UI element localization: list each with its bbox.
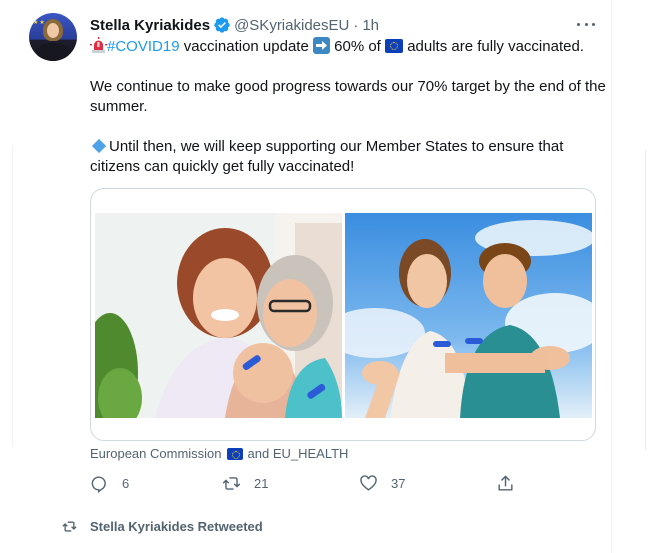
author-handle[interactable]: @SKyriakidesEU — [234, 17, 349, 34]
paragraph3-text: Until then, we will keep supporting our … — [90, 138, 564, 175]
rotating-light-icon — [90, 37, 107, 54]
like-button[interactable]: 37 — [359, 474, 405, 493]
retweet-icon — [222, 477, 241, 490]
avatar-face — [47, 23, 59, 38]
timeline-border-right — [611, 0, 612, 553]
avatar-body — [37, 43, 69, 61]
retweet-icon — [62, 521, 77, 532]
retweeted-indicator[interactable]: Stella Kyriakides Retweeted — [62, 519, 263, 534]
scroll-edge — [645, 150, 646, 450]
header-separator: · — [353, 16, 359, 34]
retweet-count: 21 — [254, 476, 269, 491]
tweet-actions: 6 21 37 — [90, 474, 520, 496]
tweet[interactable]: ★★ Stella Kyriakides @SKyriakidesEU · 1h… — [0, 0, 611, 510]
reply-button[interactable]: 6 — [90, 474, 129, 493]
tagged-account-1[interactable]: European Commission — [90, 446, 222, 461]
photo-young-people-vaccinated[interactable] — [345, 213, 592, 418]
right-arrow-icon — [312, 37, 330, 54]
verified-badge-icon — [213, 16, 231, 34]
eu-flag-icon — [226, 447, 243, 460]
eu-flag-icon — [385, 39, 404, 53]
tagged-account-2[interactable]: and EU_HEALTH — [248, 446, 349, 461]
photo-women-hugging[interactable] — [95, 213, 342, 418]
tagged-people[interactable]: European Commission and EU_HEALTH — [90, 446, 348, 461]
line1-text-a: vaccination update — [179, 38, 313, 55]
share-icon — [498, 475, 513, 491]
more-dots-icon[interactable] — [577, 17, 595, 31]
media-attachment[interactable] — [90, 188, 596, 441]
tweet-line-1: #COVID19 vaccination update 60% of adult… — [90, 37, 610, 57]
line1-text-c: adults are fully vaccinated. — [403, 38, 584, 55]
small-blue-diamond-icon — [91, 138, 107, 154]
heart-icon — [360, 475, 377, 491]
tweet-paragraph-2: We continue to make good progress toward… — [90, 78, 606, 115]
tweet-time[interactable]: 1h — [362, 17, 379, 34]
line1-text-b: 60% of — [329, 38, 386, 55]
retweeted-label: Stella Kyriakides Retweeted — [90, 519, 263, 534]
author-name[interactable]: Stella Kyriakides — [90, 17, 210, 34]
reply-count: 6 — [122, 476, 130, 491]
tweet-header: Stella Kyriakides @SKyriakidesEU · 1h — [90, 15, 379, 35]
avatar[interactable]: ★★ — [29, 13, 77, 61]
retweet-button[interactable]: 21 — [222, 474, 268, 493]
tweet-paragraph-3: Until then, we will keep supporting our … — [90, 137, 610, 177]
reply-icon — [91, 476, 106, 493]
share-button[interactable] — [496, 474, 528, 493]
like-count: 37 — [391, 476, 406, 491]
hashtag-link[interactable]: #COVID19 — [107, 38, 180, 55]
